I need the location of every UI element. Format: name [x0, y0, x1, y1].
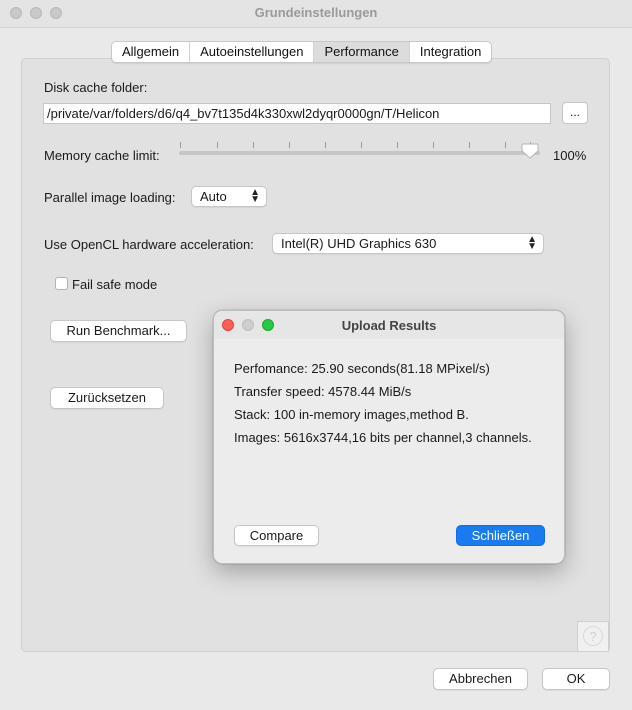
close-dialog-button[interactable]: Schließen [456, 525, 545, 546]
tab-performance[interactable]: Performance [314, 42, 410, 62]
slider-tick [469, 142, 470, 148]
result-stack: Stack: 100 in-memory images,method B. [234, 407, 469, 422]
slider-tick [505, 142, 506, 148]
opencl-label: Use OpenCL hardware acceleration: [44, 237, 254, 252]
compare-button[interactable]: Compare [234, 525, 319, 546]
window-title: Grundeinstellungen [254, 5, 378, 20]
slider-tick [325, 142, 326, 148]
tab-integration[interactable]: Integration [410, 42, 491, 62]
fail-safe-checkbox[interactable] [55, 277, 68, 290]
reset-button[interactable]: Zurücksetzen [50, 387, 164, 409]
tab-bar: Allgemein Autoeinstellungen Performance … [111, 41, 493, 63]
fail-safe-label: Fail safe mode [72, 277, 158, 292]
slider-tick [217, 142, 218, 148]
help-button[interactable]: ? [577, 621, 609, 652]
slider-tick [397, 142, 398, 148]
disk-cache-label: Disk cache folder: [44, 80, 148, 95]
slider-tick [289, 142, 290, 148]
dialog-titlebar: Upload Results [214, 311, 564, 339]
disk-cache-path-field[interactable]: /private/var/folders/d6/q4_bv7t135d4k330… [43, 103, 551, 124]
parallel-loading-value: Auto [200, 189, 227, 204]
memory-cache-slider[interactable] [179, 151, 540, 155]
dialog-title: Upload Results [341, 318, 437, 333]
parallel-loading-label: Parallel image loading: [44, 190, 176, 205]
run-benchmark-button[interactable]: Run Benchmark... [50, 320, 187, 342]
memory-cache-value: 100% [553, 148, 587, 163]
question-icon: ? [583, 626, 603, 646]
upload-results-dialog: Upload Results Perfomance: 25.90 seconds… [213, 310, 565, 564]
up-down-chevron-icon: ▲ ▼ [527, 234, 537, 252]
ok-button[interactable]: OK [542, 668, 610, 690]
up-down-chevron-icon: ▲ ▼ [250, 187, 260, 205]
window-titlebar: Grundeinstellungen [0, 0, 632, 28]
slider-tick [253, 142, 254, 148]
opencl-value: Intel(R) UHD Graphics 630 [281, 236, 437, 251]
parallel-loading-select[interactable]: Auto ▲ ▼ [191, 186, 267, 207]
tab-allgemein[interactable]: Allgemein [112, 42, 191, 62]
slider-tick [361, 142, 362, 148]
slider-tick [180, 142, 181, 148]
opencl-select[interactable]: Intel(R) UHD Graphics 630 ▲ ▼ [272, 233, 544, 254]
slider-tick [433, 142, 434, 148]
tab-autoeinstellungen[interactable]: Autoeinstellungen [190, 42, 315, 62]
browse-button[interactable]: ... [562, 102, 588, 124]
result-images: Images: 5616x3744,16 bits per channel,3 … [234, 430, 532, 445]
memory-cache-label: Memory cache limit: [44, 148, 160, 163]
memory-cache-slider-thumb[interactable] [521, 143, 539, 159]
result-transfer-speed: Transfer speed: 4578.44 MiB/s [234, 384, 412, 399]
cancel-button[interactable]: Abbrechen [433, 668, 528, 690]
result-performance: Perfomance: 25.90 seconds(81.18 MPixel/s… [234, 361, 490, 376]
